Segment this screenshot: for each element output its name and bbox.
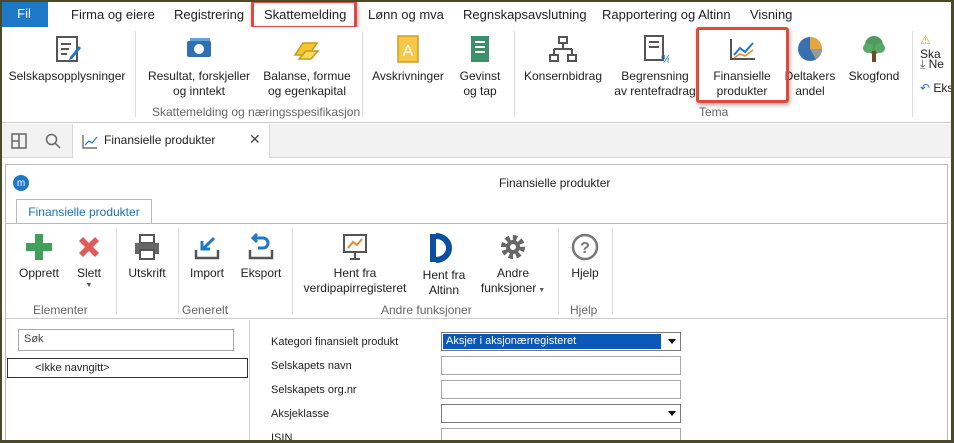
selskapets-navn-label: Selskapets navn [271,360,352,372]
tab-registrering[interactable]: Registrering [174,7,244,22]
highlight-skattemelding-tab [251,0,357,29]
warning-icon: ⚠ [920,33,931,47]
list-item[interactable]: <Ikke navngitt> [7,358,248,378]
tab-visning[interactable]: Visning [750,7,792,22]
hjelp-button[interactable]: ? Hjelp [562,232,608,281]
document-a-icon: A [397,35,419,63]
org-chart-icon [549,36,577,62]
chevron-down-icon [668,411,676,416]
konsernbidrag-button[interactable]: Konsernbidrag [518,33,608,84]
import-icon [194,236,220,260]
inner-ribbon: Opprett Slett ▼ Utskrift Import Eksport … [6,223,947,319]
isin-label: ISIN [271,432,293,443]
utskrift-button[interactable]: Utskrift [120,232,174,281]
search-icon[interactable] [45,133,61,152]
kategori-select[interactable]: Aksjer i aksjonærregisteret [441,332,681,351]
inner-window: m Finansielle produkter Finansielle prod… [5,164,948,443]
svg-text:A: A [403,43,414,60]
product-list-sidebar: Søk <Ikke navngitt> [6,320,250,443]
money-icon [187,38,211,57]
svg-text:?: ? [580,240,590,257]
search-input[interactable]: Søk [18,329,234,351]
aksjeklasse-label: Aksjeklasse [271,408,330,420]
document-tab-strip: Finansielle produkter ✕ [0,124,954,158]
undo-icon: ↶ [920,81,934,95]
side-item-ne[interactable]: ⤓ Ne [920,57,944,72]
kategori-label: Kategori finansielt produkt [271,336,399,348]
balanse-formue-button[interactable]: Balanse, formue og egenkapital [258,33,356,99]
group-label-elementer: Elementer [33,303,88,317]
tab-lonn-og-mva[interactable]: Lønn og mva [368,7,444,22]
ledger-icon [471,36,489,62]
aksjeklasse-select[interactable] [441,404,681,423]
resultat-forskjeller-button[interactable]: Resultat, forskjeller og inntekt [140,33,258,99]
document-percent-icon: % [644,35,669,65]
download-icon: ⤓ [920,57,929,71]
layout-icon[interactable] [11,133,27,152]
printer-icon [135,234,159,260]
andre-funksjoner-button[interactable]: Andre funksjoner ▼ [478,232,548,298]
group-label-skattemelding: Skattemelding og næringsspesifikasjon [152,105,361,119]
delete-x-icon [79,237,99,257]
hent-fra-altinn-button[interactable]: Hent fra Altinn [416,232,472,298]
pie-chart-icon [798,37,822,61]
altinn-logo-icon [430,233,452,263]
doc-tab-finansielle-produkter[interactable]: Finansielle produkter ✕ [72,124,270,158]
hent-fra-verdipapirregisteret-button[interactable]: Hent fra verdipapirregisteret [300,232,410,296]
menu-bar: Fil Firma og eiere Registrering Skatteme… [0,0,954,27]
tab-firma-og-eiere[interactable]: Firma og eiere [71,7,155,22]
svg-text:%: % [661,52,669,65]
highlight-finansielle-produkter [696,27,789,103]
eksport-button[interactable]: Eksport [234,232,288,281]
inner-tab-finansielle-produkter[interactable]: Finansielle produkter [16,199,152,224]
begrensning-rentefradrag-button[interactable]: % Begrensningav rentefradrag [612,33,698,99]
selskapets-navn-field[interactable] [441,356,681,375]
opprett-button[interactable]: Opprett [12,232,66,281]
gold-bar-icon [293,42,320,60]
line-chart-icon [82,133,98,152]
import-button[interactable]: Import [182,232,232,281]
group-label-hjelp: Hjelp [570,303,598,317]
isin-field[interactable]: ____________ [441,428,681,443]
app-logo-icon: m [13,175,29,191]
side-item-eks[interactable]: ↶ Eks [920,81,953,95]
tab-rapportering-og-altinn[interactable]: Rapportering og Altinn [602,7,731,22]
export-icon [248,232,274,260]
tab-regnskapsavslutning[interactable]: Regnskapsavslutning [463,7,587,22]
building-edit-icon [56,36,81,62]
plus-icon [26,234,52,260]
chevron-down-icon: ▼ [536,287,546,294]
slett-button[interactable]: Slett ▼ [66,232,112,291]
selskapets-orgnr-label: Selskapets org.nr [271,384,357,396]
gevinst-og-tap-button[interactable]: Gevinst og tap [452,33,508,99]
close-icon[interactable]: ✕ [249,131,261,148]
inner-title-bar: m Finansielle produkter [6,165,947,199]
chevron-down-icon: ▼ [85,282,93,289]
tree-icon [863,36,885,62]
avskrivninger-button[interactable]: A Avskrivninger [366,33,450,84]
inner-title: Finansielle produkter [499,176,611,190]
selskapsopplysninger-button[interactable]: Selskapsopplysninger [8,33,126,84]
selskapets-orgnr-field[interactable] [441,380,681,399]
presentation-chart-icon [343,234,367,260]
gear-icon [501,235,525,259]
group-label-generelt: Generelt [182,303,229,317]
group-label-tema: Tema [699,105,729,119]
help-icon: ? [571,233,599,261]
chevron-down-icon [668,339,676,344]
main-ribbon: Selskapsopplysninger Resultat, forskjell… [0,27,954,123]
skogfond-button[interactable]: Skogfond [842,33,906,84]
group-label-andre-funksjoner: Andre funksjoner [381,303,472,317]
file-menu[interactable]: Fil [0,0,48,27]
deltakers-andel-button[interactable]: Deltakers andel [783,33,837,99]
